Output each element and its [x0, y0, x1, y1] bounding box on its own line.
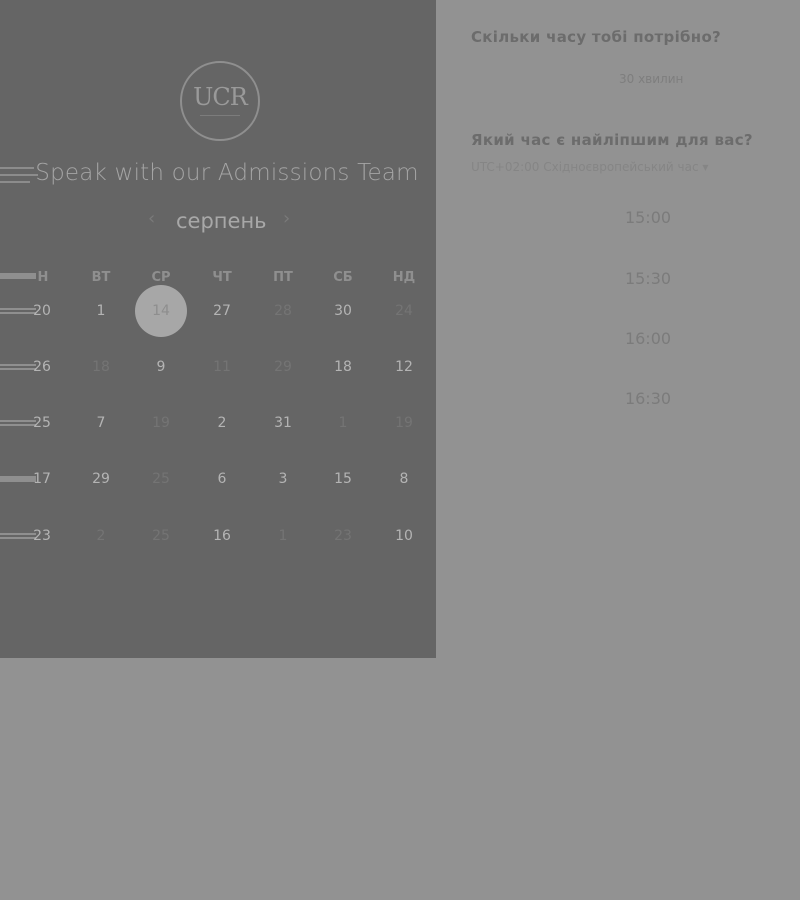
- calendar-day: 19: [152, 415, 170, 431]
- calendar-day[interactable]: 7: [75, 397, 127, 449]
- calendar-day[interactable]: 1: [75, 285, 127, 337]
- weekday-sun: НД: [392, 270, 416, 285]
- calendar-day[interactable]: 20: [16, 285, 68, 337]
- timezone-select[interactable]: UTC+02:00 Східноєвропейський час ▾: [471, 160, 708, 174]
- calendar-day: 1: [278, 528, 288, 544]
- weekday-thu: ЧТ: [212, 270, 232, 285]
- calendar-day[interactable]: 15: [317, 453, 369, 505]
- calendar-day-selected[interactable]: 14: [135, 285, 187, 337]
- calendar-day[interactable]: 17: [16, 453, 68, 505]
- calendar-day[interactable]: 10: [378, 510, 430, 562]
- calendar-day[interactable]: 6: [196, 453, 248, 505]
- calendar-day[interactable]: 30: [317, 285, 369, 337]
- calendar-day[interactable]: 26: [16, 341, 68, 393]
- duration-value[interactable]: 30 хвилин: [619, 72, 683, 86]
- ucr-logo: UCR: [180, 61, 260, 141]
- calendar-day: 2: [96, 528, 106, 544]
- chevron-right-icon[interactable]: ›: [283, 208, 290, 229]
- calendar-day: 23: [334, 528, 352, 544]
- calendar-day[interactable]: 2: [196, 397, 248, 449]
- weekday-wed: СР: [151, 270, 171, 285]
- calendar-day: 19: [395, 415, 413, 431]
- calendar-day: 29: [274, 359, 292, 375]
- logo-text: UCR: [193, 83, 248, 111]
- weekday-mon: Н: [37, 270, 49, 285]
- booking-panel: UCR Speak with our Admissions Team ‹ сер…: [0, 0, 436, 658]
- calendar-day[interactable]: 12: [378, 341, 430, 393]
- weekday-tue: ВТ: [91, 270, 111, 285]
- calendar-day[interactable]: 8: [378, 453, 430, 505]
- duration-question: Скільки часу тобі потрібно?: [471, 28, 722, 46]
- time-question: Який час є найліпшим для вас?: [471, 131, 753, 149]
- calendar-day[interactable]: 25: [16, 397, 68, 449]
- month-label: серпень: [176, 209, 267, 233]
- calendar-day: 25: [152, 471, 170, 487]
- weekday-sat: СБ: [333, 270, 353, 285]
- calendar-day[interactable]: 18: [317, 341, 369, 393]
- calendar-day: 24: [395, 303, 413, 319]
- page-title: Speak with our Admissions Team: [35, 160, 419, 186]
- time-slot[interactable]: 16:00: [560, 321, 736, 357]
- calendar-day: 25: [152, 528, 170, 544]
- calendar-day: 1: [338, 415, 348, 431]
- calendar-day[interactable]: 16: [196, 510, 248, 562]
- time-slot[interactable]: 15:30: [560, 261, 736, 297]
- calendar-day[interactable]: 9: [135, 341, 187, 393]
- month-navigator: ‹ серпень ›: [0, 208, 436, 238]
- calendar-day[interactable]: 3: [257, 453, 309, 505]
- weekday-fri: ПТ: [273, 270, 293, 285]
- calendar-day: 28: [274, 303, 292, 319]
- calendar-day: 11: [213, 359, 231, 375]
- time-slot[interactable]: 15:00: [560, 200, 736, 236]
- logo-underline: [200, 115, 240, 116]
- time-slot[interactable]: 16:30: [560, 381, 736, 417]
- calendar-day[interactable]: 27: [196, 285, 248, 337]
- calendar-day: 18: [92, 359, 110, 375]
- calendar-day[interactable]: 23: [16, 510, 68, 562]
- calendar-day[interactable]: 31: [257, 397, 309, 449]
- chevron-left-icon[interactable]: ‹: [148, 208, 155, 229]
- calendar-day[interactable]: 29: [75, 453, 127, 505]
